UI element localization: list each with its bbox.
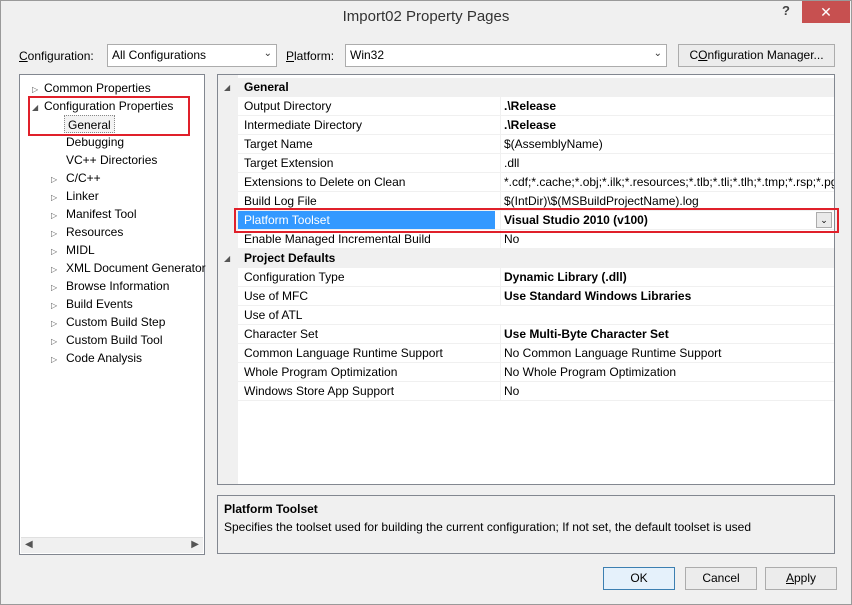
window-title: Import02 Property Pages [342,8,510,25]
tree-item-common-properties[interactable]: ▷ Common Properties [32,79,151,97]
property-row-target-extension[interactable]: Target Extension .dll [238,154,834,173]
property-row-output-directory[interactable]: Output Directory .\Release [238,97,834,116]
chevron-down-icon: ⌄ [263,48,272,59]
category-general[interactable]: ◢ General [218,78,834,97]
tree-item-browse-information[interactable]: ▷ Browse Information [51,277,169,295]
tree-item-code-analysis[interactable]: ▷ Code Analysis [51,349,142,367]
collapse-icon[interactable]: ◢ [224,78,230,97]
property-row-character-set[interactable]: Character Set Use Multi-Byte Character Se… [238,325,834,344]
tree-item-linker[interactable]: ▷ Linker [51,187,99,205]
platform-select[interactable]: Win32 ⌄ [345,44,667,67]
tree-item-vc-directories[interactable]: VC++ Directories [66,151,157,169]
property-row-target-name[interactable]: Target Name $(AssemblyName) [238,135,834,154]
property-row-configuration-type[interactable]: Configuration Type Dynamic Library (.dll) [238,268,834,287]
property-tree[interactable]: ▷ Common Properties ◢ Configuration Proper… [19,74,206,555]
category-project-defaults[interactable]: ◢ Project Defaults [218,249,834,268]
close-button[interactable]: ✕ [802,1,850,23]
property-grid[interactable]: ◢ General Output Directory .\Release Inte… [217,74,835,485]
expand-icon[interactable]: ▷ [51,351,63,369]
tree-item-custom-build-tool[interactable]: ▷ Custom Build Tool [51,331,163,349]
title-bar: Import02 Property Pages ? ✕ [1,1,851,33]
property-pages-window: Import02 Property Pages ? ✕ Configuratio… [0,0,852,605]
help-icon[interactable]: ? [776,3,796,23]
tree-item-manifest-tool[interactable]: ▷ Manifest Tool [51,205,136,223]
chevron-down-icon: ⌄ [653,48,662,59]
highlight-box-configuration-properties [28,96,190,136]
property-row-clr-support[interactable]: Common Language Runtime Support No Common… [238,344,834,363]
tree-item-xml-document-generator[interactable]: ▷ XML Document Generator [51,259,206,277]
collapse-icon[interactable]: ◢ [224,249,230,268]
apply-button[interactable]: Apply [765,567,837,590]
tree-item-build-events[interactable]: ▷ Build Events [51,295,133,313]
description-text: Specifies the toolset used for building … [224,520,751,534]
property-row-windows-store-app-support[interactable]: Windows Store App Support No [238,382,834,401]
tree-item-c-cpp[interactable]: ▷ C/C++ [51,169,101,187]
property-row-use-of-atl[interactable]: Use of ATL [238,306,834,325]
configuration-manager-button[interactable]: COnfiguration Manager... [678,44,835,67]
description-title: Platform Toolset [224,502,318,516]
tree-horizontal-scrollbar[interactable]: ◀ ▶ [21,537,203,553]
property-row-whole-program-optimization[interactable]: Whole Program Optimization No Whole Progr… [238,363,834,382]
property-row-use-of-mfc[interactable]: Use of MFC Use Standard Windows Libraries [238,287,834,306]
platform-label: Platform: [286,49,335,63]
scroll-left-icon[interactable]: ◀ [25,539,33,550]
grid-gutter [218,75,238,484]
property-row-intermediate-directory[interactable]: Intermediate Directory .\Release [238,116,834,135]
description-panel: Platform Toolset Specifies the toolset u… [217,495,835,554]
configuration-select[interactable]: All Configurations ⌄ [107,44,277,67]
ok-button[interactable]: OK [603,567,675,590]
property-row-extensions-to-delete[interactable]: Extensions to Delete on Clean *.cdf;*.cac… [238,173,834,192]
tree-item-midl[interactable]: ▷ MIDL [51,241,95,259]
highlight-box-platform-toolset [234,208,839,233]
tree-item-custom-build-step[interactable]: ▷ Custom Build Step [51,313,165,331]
scroll-right-icon[interactable]: ▶ [191,539,199,550]
configuration-label: Configuration: [19,49,94,63]
cancel-button[interactable]: Cancel [685,567,757,590]
tree-item-resources[interactable]: ▷ Resources [51,223,123,241]
